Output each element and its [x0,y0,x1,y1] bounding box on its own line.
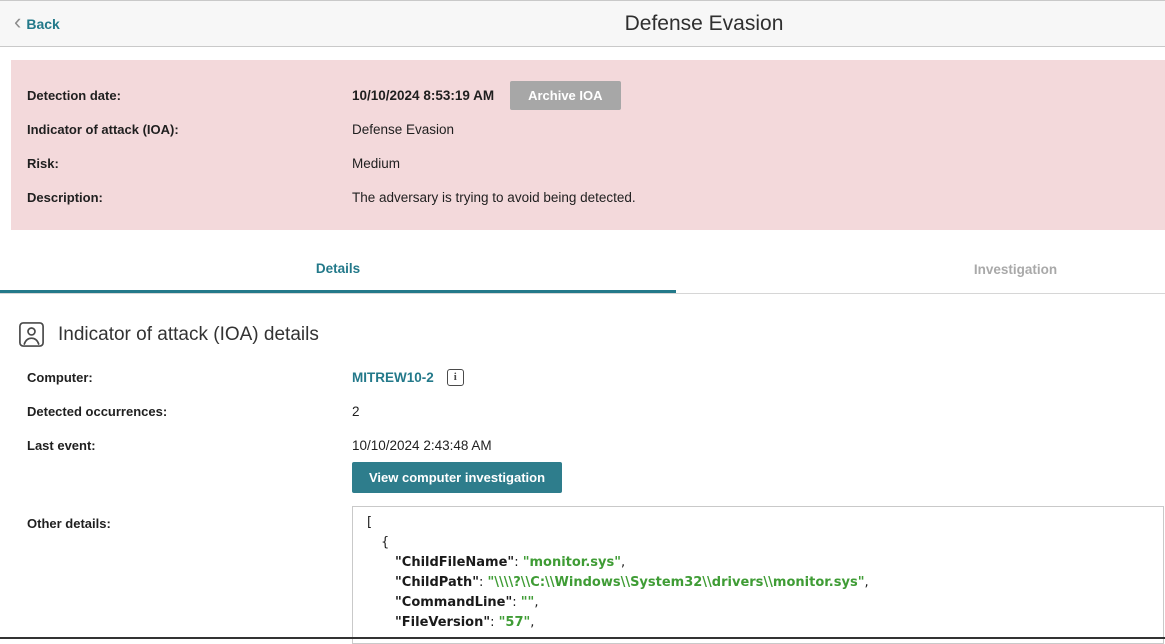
back-label: Back [26,16,59,32]
detail-rows: Computer: MITREW10-2 i Detected occurren… [0,360,1165,644]
back-button[interactable]: ‹ Back [14,14,60,33]
computer-label: Computer: [27,370,352,385]
archive-ioa-button[interactable]: Archive IOA [510,81,620,110]
section-title: Indicator of attack (IOA) details [58,324,319,346]
tab-details[interactable]: Details [0,230,676,293]
summary-row-description: Description: The adversary is trying to … [27,180,1149,214]
section-header: Indicator of attack (IOA) details [18,321,1165,348]
summary-row-ioa: Indicator of attack (IOA): Defense Evasi… [27,112,1149,146]
last-event-value: 10/10/2024 2:43:48 AM [352,438,492,453]
other-details-label: Other details: [27,506,352,531]
tab-bar: Details Investigation [0,230,1165,294]
ioa-value: Defense Evasion [352,122,454,137]
tab-details-label: Details [316,261,360,276]
view-computer-investigation-button[interactable]: View computer investigation [352,462,562,493]
computer-link[interactable]: MITREW10-2 [352,370,434,385]
page-title: Defense Evasion [625,12,784,36]
computer-info-icon[interactable]: i [447,369,464,386]
ioa-label: Indicator of attack (IOA): [27,122,352,137]
row-computer: Computer: MITREW10-2 i [27,360,1165,394]
description-label: Description: [27,190,352,205]
other-details-json: [{"ChildFileName": "monitor.sys","ChildP… [352,506,1164,644]
tab-investigation-label: Investigation [974,262,1057,277]
tab-investigation[interactable]: Investigation [676,230,1165,293]
back-chevron-icon: ‹ [14,11,21,33]
last-event-label: Last event: [27,438,352,453]
row-last-event: Last event: 10/10/2024 2:43:48 AM [27,428,1165,462]
detection-date-value: 10/10/2024 8:53:19 AM [352,88,494,103]
occurrences-value: 2 [352,404,360,419]
occurrences-label: Detected occurrences: [27,404,352,419]
row-other-details: Other details: [{"ChildFileName": "monit… [27,506,1165,644]
top-bar: ‹ Back Defense Evasion [0,0,1165,47]
risk-value: Medium [352,156,400,171]
details-panel: Indicator of attack (IOA) details Comput… [0,321,1165,644]
user-badge-icon [18,321,45,348]
row-occurrences: Detected occurrences: 2 [27,394,1165,428]
risk-label: Risk: [27,156,352,171]
ioa-summary-panel: Detection date: 10/10/2024 8:53:19 AM Ar… [11,60,1165,230]
row-investigation-button: View computer investigation [27,462,1165,506]
summary-row-risk: Risk: Medium [27,146,1149,180]
detection-date-label: Detection date: [27,88,352,103]
summary-row-detection-date: Detection date: 10/10/2024 8:53:19 AM Ar… [27,78,1149,112]
description-value: The adversary is trying to avoid being d… [352,190,636,205]
